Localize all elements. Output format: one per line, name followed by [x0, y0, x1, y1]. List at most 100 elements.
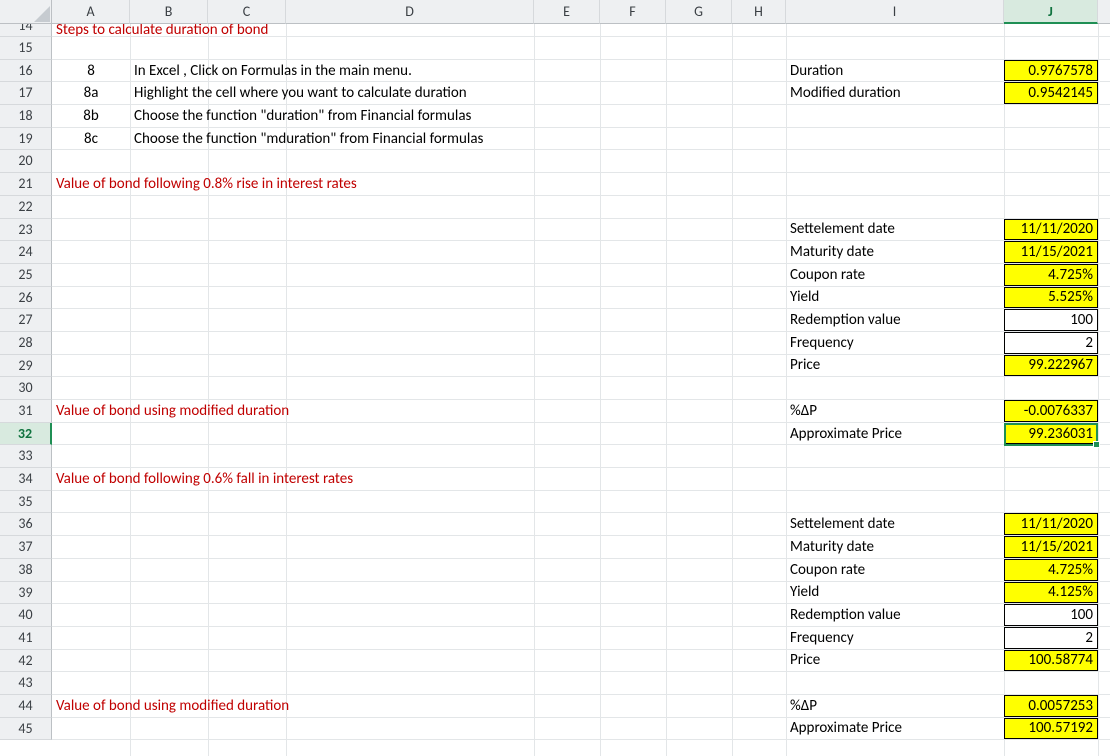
col-head-C[interactable]: C: [208, 0, 286, 24]
row-head-18[interactable]: 18: [0, 105, 52, 128]
cell-I25[interactable]: Coupon rate: [786, 264, 1004, 286]
cell-A17[interactable]: 8a: [52, 82, 130, 104]
cell-B17[interactable]: Highlight the cell where you want to cal…: [130, 82, 208, 104]
cell-I26[interactable]: Yield: [786, 287, 1004, 309]
row-head-24[interactable]: 24: [0, 241, 52, 264]
cell-J17[interactable]: 0.9542145: [1004, 82, 1098, 104]
row-head-42[interactable]: 42: [0, 650, 52, 673]
row-head-30[interactable]: 30: [0, 377, 52, 400]
cell-J45[interactable]: 100.57192: [1004, 718, 1098, 740]
cell-B18[interactable]: Choose the function "duration" from Fina…: [130, 105, 208, 127]
row-head-37[interactable]: 37: [0, 536, 52, 559]
row-head-17[interactable]: 17: [0, 82, 52, 105]
cell-J24[interactable]: 11/15/2021: [1004, 241, 1098, 263]
row-head-29[interactable]: 29: [0, 355, 52, 378]
cell-J16[interactable]: 0.9767578: [1004, 60, 1098, 82]
row-head-35[interactable]: 35: [0, 491, 52, 514]
row-head-28[interactable]: 28: [0, 332, 52, 355]
cell-I31[interactable]: %ΔP: [786, 400, 1004, 422]
cell-I37[interactable]: Maturity date: [786, 536, 1004, 558]
row-head-44[interactable]: 44: [0, 695, 52, 718]
cell-A18[interactable]: 8b: [52, 105, 130, 127]
row-head-14[interactable]: 14: [0, 24, 52, 37]
cell-I24[interactable]: Maturity date: [786, 241, 1004, 263]
row-head-36[interactable]: 36: [0, 513, 52, 536]
cell-B16[interactable]: In Excel , Click on Formulas in the main…: [130, 60, 208, 82]
row-head-32[interactable]: 32: [0, 423, 52, 446]
cell-A14[interactable]: Steps to calculate duration of bond: [52, 24, 130, 36]
cell-A44[interactable]: Value of bond using modified duration: [52, 695, 130, 717]
row-head-16[interactable]: 16: [0, 60, 52, 83]
cell-J37[interactable]: 11/15/2021: [1004, 536, 1098, 558]
cell-J44[interactable]: 0.0057253: [1004, 695, 1098, 717]
col-head-K[interactable]: [1098, 0, 1110, 24]
cell-J29[interactable]: 99.222967: [1004, 355, 1098, 377]
row-head-23[interactable]: 23: [0, 219, 52, 242]
row-head-26[interactable]: 26: [0, 287, 52, 310]
cell-I16[interactable]: Duration: [786, 60, 1004, 82]
row-head-31[interactable]: 31: [0, 400, 52, 423]
cell-A19[interactable]: 8c: [52, 128, 130, 150]
cell-I40[interactable]: Redemption value: [786, 604, 1004, 626]
row-head-19[interactable]: 19: [0, 128, 52, 151]
cell-I44[interactable]: %ΔP: [786, 695, 1004, 717]
row-head-39[interactable]: 39: [0, 582, 52, 605]
cell-I23[interactable]: Settelement date: [786, 219, 1004, 241]
row-head-21[interactable]: 21: [0, 173, 52, 196]
select-all-corner[interactable]: [0, 0, 52, 24]
cell-I45[interactable]: Approximate Price: [786, 718, 1004, 740]
cell-A31[interactable]: Value of bond using modified duration: [52, 400, 130, 422]
col-head-G[interactable]: G: [666, 0, 732, 24]
row-head-27[interactable]: 27: [0, 309, 52, 332]
cell-J42[interactable]: 100.58774: [1004, 650, 1098, 672]
cell-J23[interactable]: 11/11/2020: [1004, 219, 1098, 241]
row-head-20[interactable]: 20: [0, 150, 52, 173]
cell-J40[interactable]: 100: [1004, 604, 1098, 626]
cell-A21[interactable]: Value of bond following 0.8% rise in int…: [52, 173, 130, 195]
cell-J41[interactable]: 2: [1004, 627, 1098, 649]
cell-J39[interactable]: 4.125%: [1004, 582, 1098, 604]
row-head-40[interactable]: 40: [0, 604, 52, 627]
col-head-A[interactable]: A: [52, 0, 130, 24]
row-head-33[interactable]: 33: [0, 445, 52, 468]
cell-I42[interactable]: Price: [786, 650, 1004, 672]
col-head-I[interactable]: I: [786, 0, 1004, 24]
row-35: [52, 491, 1110, 514]
cell-I27[interactable]: Redemption value: [786, 309, 1004, 331]
cell-I38[interactable]: Coupon rate: [786, 559, 1004, 581]
row-head-41[interactable]: 41: [0, 627, 52, 650]
grid-body[interactable]: Steps to calculate duration of bond 8 In…: [52, 24, 1110, 756]
row-head-43[interactable]: 43: [0, 672, 52, 695]
row-32: Approximate Price 99.236031: [52, 423, 1110, 446]
col-head-F[interactable]: F: [600, 0, 666, 24]
cell-J36[interactable]: 11/11/2020: [1004, 513, 1098, 535]
cell-I17[interactable]: Modified duration: [786, 82, 1004, 104]
cell-A34[interactable]: Value of bond following 0.6% fall in int…: [52, 468, 130, 490]
cell-J31[interactable]: -0.0076337: [1004, 400, 1098, 422]
cell-I32[interactable]: Approximate Price: [786, 423, 1004, 445]
row-head-38[interactable]: 38: [0, 559, 52, 582]
cell-I29[interactable]: Price: [786, 355, 1004, 377]
cell-J26[interactable]: 5.525%: [1004, 287, 1098, 309]
cell-J38[interactable]: 4.725%: [1004, 559, 1098, 581]
col-head-B[interactable]: B: [130, 0, 208, 24]
cell-J32[interactable]: 99.236031: [1004, 423, 1098, 445]
col-head-J[interactable]: J: [1004, 0, 1098, 24]
row-head-25[interactable]: 25: [0, 264, 52, 287]
row-head-45[interactable]: 45: [0, 718, 52, 741]
row-head-22[interactable]: 22: [0, 196, 52, 219]
cell-J25[interactable]: 4.725%: [1004, 264, 1098, 286]
cell-A16[interactable]: 8: [52, 60, 130, 82]
col-head-H[interactable]: H: [732, 0, 786, 24]
cell-B19[interactable]: Choose the function "mduration" from Fin…: [130, 128, 208, 150]
row-head-15[interactable]: 15: [0, 37, 52, 60]
cell-J27[interactable]: 100: [1004, 309, 1098, 331]
cell-I41[interactable]: Frequency: [786, 627, 1004, 649]
col-head-E[interactable]: E: [534, 0, 600, 24]
cell-J28[interactable]: 2: [1004, 332, 1098, 354]
row-head-34[interactable]: 34: [0, 468, 52, 491]
cell-I36[interactable]: Settelement date: [786, 513, 1004, 535]
cell-I39[interactable]: Yield: [786, 582, 1004, 604]
cell-I28[interactable]: Frequency: [786, 332, 1004, 354]
col-head-D[interactable]: D: [286, 0, 534, 24]
